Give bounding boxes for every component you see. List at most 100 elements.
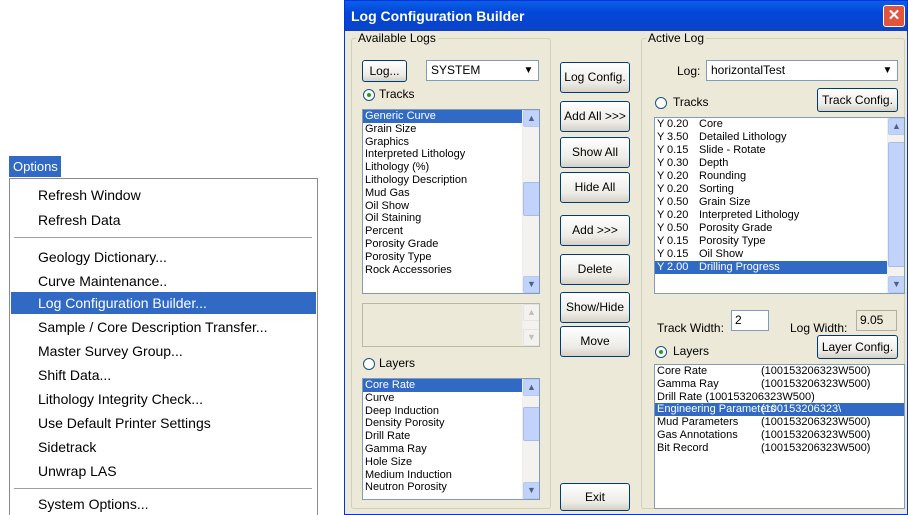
track-row[interactable]: Y 2.00 Drilling Progress [655,261,904,274]
track-row[interactable]: Y 0.20 Core [655,118,904,131]
menu-item-curve-maintenance[interactable]: Curve Maintenance.. [11,270,316,292]
list-item[interactable]: Lithology (%) [363,161,539,174]
scroll-thumb[interactable] [523,182,539,216]
list-item[interactable]: Graphics [363,136,539,149]
show-hide-button[interactable]: Show/Hide [560,292,630,323]
menu-item-log-configuration-builder[interactable]: Log Configuration Builder... [11,292,316,314]
track-visible-flag: Y [657,157,665,169]
menu-item-unwrap-las[interactable]: Unwrap LAS [11,460,316,482]
layers-radio-available[interactable] [363,358,375,370]
dialog-title-bar[interactable]: Log Configuration Builder ✕ [345,1,907,31]
list-item[interactable]: Percent [363,225,539,238]
menu-item-geology-dictionary[interactable]: Geology Dictionary... [11,246,316,268]
list-item[interactable]: Generic Curve [363,110,539,123]
track-row[interactable]: Y 0.50 Grain Size [655,196,904,209]
list-item[interactable]: Medium Induction [363,469,539,482]
layer-row[interactable]: Drill Rate (100153206323W500) [655,391,904,404]
list-item[interactable]: Rock Accessories [363,264,539,277]
menu-item-refresh-window[interactable]: Refresh Window [11,184,316,206]
active-log-select[interactable]: horizontalTest ▼ [706,60,898,81]
menu-item-refresh-data[interactable]: Refresh Data [11,209,316,231]
exit-button[interactable]: Exit [560,483,630,511]
menu-item-sidetrack[interactable]: Sidetrack [11,436,316,458]
layer-row[interactable]: Gamma Ray (100153206323W500) [655,378,904,391]
track-width: 0.50 [667,222,689,234]
scroll-up-icon[interactable]: ▲ [523,110,539,127]
menu-item-shift-data[interactable]: Shift Data... [11,364,316,386]
track-width-input[interactable]: 2 [731,310,769,331]
menu-item-master-survey-group[interactable]: Master Survey Group... [11,340,316,362]
delete-button[interactable]: Delete [560,254,630,285]
scroll-down-icon[interactable]: ▼ [888,276,904,293]
list-item[interactable]: Drill Rate [363,430,539,443]
chevron-down-icon[interactable]: ▼ [520,62,537,79]
log-config-button[interactable]: Log Config. [560,62,630,93]
track-row[interactable]: Y 0.20 Interpreted Lithology [655,209,904,222]
scroll-up-icon[interactable]: ▲ [523,379,539,396]
options-menu-title[interactable]: Options [9,156,61,177]
track-row[interactable]: Y 0.20 Sorting [655,183,904,196]
layer-row[interactable]: Bit Record (100153206323W500) [655,442,904,455]
menu-item-system-options[interactable]: System Options... [11,493,316,515]
layer-row[interactable]: Gas Annotations (100153206323W500) [655,429,904,442]
add-all-button[interactable]: Add All >>> [560,101,630,132]
tracks-list-scrollbar[interactable]: ▲ ▼ [522,110,539,293]
track-row[interactable]: Y 3.50 Detailed Lithology [655,131,904,144]
track-row[interactable]: Y 0.50 Porosity Grade [655,222,904,235]
layer-row[interactable]: Mud Parameters (100153206323W500) [655,416,904,429]
list-item[interactable]: Porosity Type [363,251,539,264]
list-item[interactable]: Oil Show [363,200,539,213]
layer-config-button[interactable]: Layer Config. [817,335,898,359]
track-row[interactable]: Y 0.15 Oil Show [655,248,904,261]
list-item[interactable]: Gamma Ray [363,443,539,456]
list-item[interactable]: Density Porosity [363,417,539,430]
hide-all-button[interactable]: Hide All [560,172,630,203]
tracks-radio-available[interactable] [363,89,375,101]
track-name: Detailed Lithology [699,131,787,143]
tracks-radio-active[interactable] [655,97,667,109]
scroll-down-icon[interactable]: ▼ [523,482,539,499]
move-button[interactable]: Move [560,326,630,357]
list-item[interactable]: Neutron Porosity [363,481,539,494]
show-all-button[interactable]: Show All [560,137,630,168]
track-row[interactable]: Y 0.20 Rounding [655,170,904,183]
list-item[interactable]: Oil Staining [363,212,539,225]
layers-radio-active[interactable] [655,346,667,358]
scroll-up-icon[interactable]: ▲ [888,118,904,135]
list-item[interactable]: Core Rate [363,379,539,392]
scroll-thumb[interactable] [888,142,904,267]
list-item[interactable]: Hole Size [363,456,539,469]
available-log-select[interactable]: SYSTEM ▼ [426,60,539,81]
close-icon[interactable]: ✕ [883,5,905,27]
available-tracks-list[interactable]: Generic Curve Grain Size Graphics Interp… [362,109,540,294]
add-button[interactable]: Add >>> [560,215,630,246]
list-item[interactable]: Deep Induction [363,405,539,418]
active-tracks-scrollbar[interactable]: ▲ ▼ [887,118,904,293]
track-name: Slide - Rotate [699,144,766,156]
list-item[interactable]: Grain Size [363,123,539,136]
list-item[interactable]: Porosity Grade [363,238,539,251]
track-row[interactable]: Y 0.15 Slide - Rotate [655,144,904,157]
layer-row[interactable]: Engineering Parameters (100153206323\ [655,403,904,417]
layer-row[interactable]: Core Rate (100153206323W500) [655,365,904,378]
scroll-thumb[interactable] [523,407,539,441]
layers-list-scrollbar[interactable]: ▲ ▼ [522,379,539,499]
available-layers-list[interactable]: Core Rate Curve Deep Induction Density P… [362,378,540,500]
track-row[interactable]: Y 0.30 Depth [655,157,904,170]
track-width: 0.15 [667,144,689,156]
menu-item-lithology-integrity-check[interactable]: Lithology Integrity Check... [11,388,316,410]
track-name: Depth [699,157,729,169]
list-item[interactable]: Lithology Description [363,174,539,187]
track-row[interactable]: Y 0.15 Porosity Type [655,235,904,248]
menu-item-use-default-printer-settings[interactable]: Use Default Printer Settings [11,412,316,434]
track-config-button[interactable]: Track Config. [817,88,898,112]
log-open-button[interactable]: Log... [362,60,407,82]
list-item[interactable]: Curve [363,392,539,405]
scroll-down-icon[interactable]: ▼ [523,276,539,293]
chevron-down-icon[interactable]: ▼ [879,62,896,79]
list-item[interactable]: Interpreted Lithology [363,148,539,161]
active-tracks-list[interactable]: Y 0.20 Core Y 3.50 Detailed Lithology Y 0.15 Sli… [654,117,905,294]
active-layers-list[interactable]: Core Rate (100153206323W500) Gamma Ray (100… [654,364,905,509]
list-item[interactable]: Mud Gas [363,187,539,200]
menu-item-sample-core-description-transfer[interactable]: Sample / Core Description Transfer... [11,316,316,338]
